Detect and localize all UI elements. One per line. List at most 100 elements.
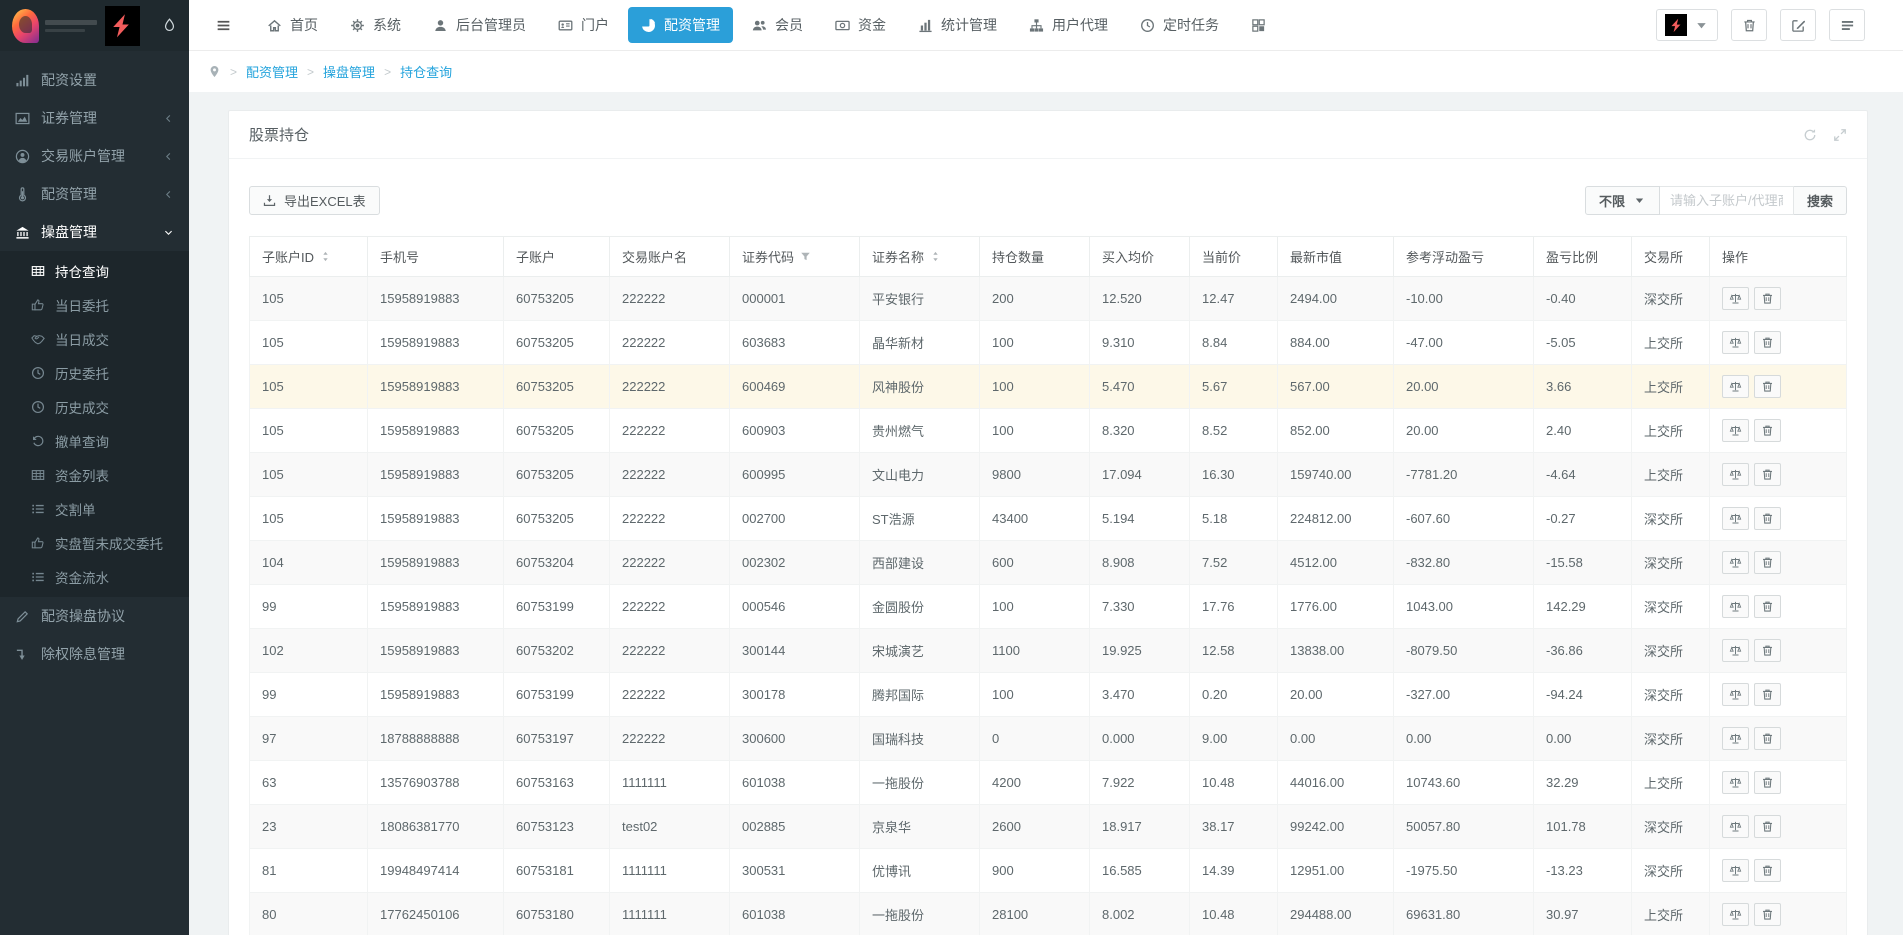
- trash-icon: [1761, 732, 1774, 745]
- table-row: 1041595891988360753204222222002302西部建设60…: [250, 541, 1847, 585]
- breadcrumb-link-配资管理[interactable]: 配资管理: [246, 62, 298, 81]
- search-button[interactable]: 搜索: [1794, 186, 1847, 215]
- delete-button[interactable]: [1754, 595, 1781, 618]
- breadcrumb-link-操盘管理[interactable]: 操盘管理: [323, 62, 375, 81]
- sidebar-subitem-当日委托[interactable]: 当日委托: [0, 288, 189, 322]
- breadcrumb-link-持仓查询[interactable]: 持仓查询: [400, 62, 452, 81]
- balance-button[interactable]: [1722, 551, 1749, 574]
- table-cell: -4.64: [1534, 453, 1632, 497]
- clear-cache-button[interactable]: [1731, 9, 1767, 41]
- table-cell: 1100: [980, 629, 1090, 673]
- delete-button[interactable]: [1754, 287, 1781, 310]
- balance-button[interactable]: [1722, 639, 1749, 662]
- balance-icon: [1729, 600, 1742, 613]
- delete-button[interactable]: [1754, 375, 1781, 398]
- table-cell: 99242.00: [1278, 805, 1394, 849]
- table-cell: 60753123: [504, 805, 610, 849]
- topnav-item-首页[interactable]: 首页: [254, 7, 331, 43]
- table-cell: 15958919883: [368, 277, 504, 321]
- table-cell: 14.39: [1190, 849, 1278, 893]
- filter-dropdown-button[interactable]: 不限: [1585, 186, 1660, 215]
- trash-icon: [1761, 556, 1774, 569]
- sidebar-toggle-button[interactable]: [205, 9, 242, 42]
- topnav-item-系统[interactable]: 系统: [337, 7, 414, 43]
- delete-button[interactable]: [1754, 727, 1781, 750]
- sidebar-subitem-历史委托[interactable]: 历史委托: [0, 356, 189, 390]
- balance-button[interactable]: [1722, 683, 1749, 706]
- table-cell: 1776.00: [1278, 585, 1394, 629]
- topnav-item-统计管理[interactable]: 统计管理: [905, 7, 1010, 43]
- topnav-item-资金[interactable]: 资金: [822, 7, 899, 43]
- topnav-item-后台管理员[interactable]: 后台管理员: [420, 7, 539, 43]
- table-cell: 0.20: [1190, 673, 1278, 717]
- sidebar-item-操盘管理[interactable]: 操盘管理: [0, 213, 189, 251]
- topnav-item-门户[interactable]: 门户: [545, 7, 622, 43]
- table-cell: -15.58: [1534, 541, 1632, 585]
- balance-button[interactable]: [1722, 727, 1749, 750]
- delete-button[interactable]: [1754, 683, 1781, 706]
- sidebar-subitem-当日成交[interactable]: 当日成交: [0, 322, 189, 356]
- log-list-button[interactable]: [1829, 9, 1865, 41]
- column-header-当前价: 当前价: [1190, 237, 1278, 277]
- balance-button[interactable]: [1722, 463, 1749, 486]
- sidebar-item-证券管理[interactable]: 证券管理: [0, 99, 189, 137]
- refresh-icon[interactable]: [1803, 128, 1817, 142]
- search-input[interactable]: [1660, 186, 1794, 215]
- topnav-item-定时任务[interactable]: 定时任务: [1127, 7, 1232, 43]
- clock-icon: [31, 400, 45, 414]
- topnav-item-用户代理[interactable]: 用户代理: [1016, 7, 1121, 43]
- edit-button[interactable]: [1780, 9, 1816, 41]
- balance-button[interactable]: [1722, 859, 1749, 882]
- sidebar-item-交易账户管理[interactable]: 交易账户管理: [0, 137, 189, 175]
- balance-button[interactable]: [1722, 375, 1749, 398]
- delete-button[interactable]: [1754, 859, 1781, 882]
- sidebar-item-配资操盘协议[interactable]: 配资操盘协议: [0, 597, 189, 635]
- column-header-label: 子账户: [516, 247, 555, 266]
- table-cell: 222222: [610, 585, 730, 629]
- user-menu-button[interactable]: [1656, 9, 1718, 41]
- balance-button[interactable]: [1722, 287, 1749, 310]
- delete-button[interactable]: [1754, 419, 1781, 442]
- expand-icon[interactable]: [1833, 128, 1847, 142]
- table-cell: -1975.50: [1394, 849, 1534, 893]
- chevron-left-icon: [163, 151, 174, 162]
- sidebar-subitem-历史成交[interactable]: 历史成交: [0, 390, 189, 424]
- balance-button[interactable]: [1722, 507, 1749, 530]
- balance-button[interactable]: [1722, 331, 1749, 354]
- delete-button[interactable]: [1754, 551, 1781, 574]
- sidebar-subitem-实盘暂未成交委托[interactable]: 实盘暂未成交委托: [0, 526, 189, 560]
- balance-button[interactable]: [1722, 771, 1749, 794]
- topnav-item-会员[interactable]: 会员: [739, 7, 816, 43]
- sidebar-item-配资管理[interactable]: 配资管理: [0, 175, 189, 213]
- delete-button[interactable]: [1754, 507, 1781, 530]
- balance-button[interactable]: [1722, 595, 1749, 618]
- balance-button[interactable]: [1722, 903, 1749, 926]
- balance-icon: [1729, 424, 1742, 437]
- table-cell: 15958919883: [368, 497, 504, 541]
- delete-button[interactable]: [1754, 639, 1781, 662]
- delete-button[interactable]: [1754, 463, 1781, 486]
- delete-button[interactable]: [1754, 771, 1781, 794]
- topnav-item-配资管理[interactable]: 配资管理: [628, 7, 733, 43]
- sidebar-subitem-持仓查询[interactable]: 持仓查询: [0, 254, 189, 288]
- sidebar-item-配资设置[interactable]: 配资设置: [0, 61, 189, 99]
- export-excel-button[interactable]: 导出EXCEL表: [249, 186, 380, 215]
- delete-button[interactable]: [1754, 903, 1781, 926]
- sidebar-item-除权除息管理[interactable]: 除权除息管理: [0, 635, 189, 673]
- balance-button[interactable]: [1722, 815, 1749, 838]
- table-cell: 7.52: [1190, 541, 1278, 585]
- delete-button[interactable]: [1754, 331, 1781, 354]
- sidebar-subitem-资金流水[interactable]: 资金流水: [0, 560, 189, 594]
- column-header-子账户: 子账户: [504, 237, 610, 277]
- delete-button[interactable]: [1754, 815, 1781, 838]
- table-cell: 上交所: [1632, 365, 1710, 409]
- table-cell: 10743.60: [1394, 761, 1534, 805]
- sidebar-subitem-资金列表[interactable]: 资金列表: [0, 458, 189, 492]
- balance-button[interactable]: [1722, 419, 1749, 442]
- topnav-item-grid[interactable]: [1238, 10, 1279, 41]
- table-cell: 16.30: [1190, 453, 1278, 497]
- table-cell: 567.00: [1278, 365, 1394, 409]
- sidebar-subitem-交割单[interactable]: 交割单: [0, 492, 189, 526]
- sidebar-subitem-撤单查询[interactable]: 撤单查询: [0, 424, 189, 458]
- actions-cell: [1710, 893, 1847, 935]
